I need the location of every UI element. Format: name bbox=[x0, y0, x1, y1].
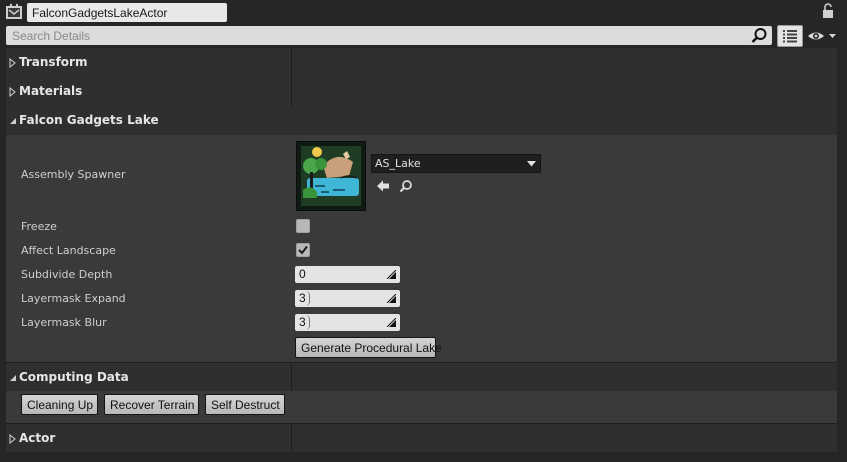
actor-name-field[interactable] bbox=[27, 3, 227, 22]
search-box[interactable] bbox=[6, 26, 772, 45]
layermask-expand-label: Layermask Expand bbox=[21, 292, 126, 305]
cleaning-up-button[interactable]: Cleaning Up bbox=[21, 394, 98, 415]
slider-handle[interactable] bbox=[306, 291, 310, 306]
view-options-button[interactable] bbox=[777, 25, 803, 47]
actor-icon bbox=[5, 3, 23, 21]
category-label: Falcon Gadgets Lake bbox=[19, 113, 159, 127]
expand-arrow-icon bbox=[9, 58, 16, 68]
browse-icon[interactable] bbox=[399, 179, 413, 193]
assembly-spawner-thumbnail[interactable] bbox=[296, 141, 366, 211]
expand-arrow-icon bbox=[9, 87, 16, 97]
category-label: Computing Data bbox=[19, 370, 129, 384]
layermask-expand-field[interactable]: 3 bbox=[295, 290, 400, 307]
resize-grip-icon bbox=[387, 294, 396, 303]
freeze-label: Freeze bbox=[21, 220, 57, 233]
category-label: Actor bbox=[19, 431, 56, 445]
chevron-down-icon bbox=[527, 161, 536, 167]
layermask-blur-field[interactable]: 3 bbox=[295, 314, 400, 331]
arrow-left-icon[interactable] bbox=[376, 179, 390, 193]
resize-grip-icon bbox=[387, 270, 396, 279]
lake-asset-icon bbox=[297, 142, 365, 210]
category-label: Transform bbox=[19, 55, 88, 69]
layermask-blur-label: Layermask Blur bbox=[21, 316, 107, 329]
lock-icon[interactable] bbox=[820, 2, 836, 20]
generate-procedural-lake-button[interactable]: Generate Procedural Lake bbox=[295, 337, 442, 358]
search-input[interactable] bbox=[6, 26, 746, 45]
assembly-spawner-combo[interactable]: AS_Lake bbox=[371, 154, 541, 173]
resize-grip-icon bbox=[387, 318, 396, 327]
category-actor[interactable]: Actor bbox=[6, 424, 837, 452]
subdivide-depth-field[interactable]: 0 bbox=[295, 266, 400, 283]
collapse-arrow-icon bbox=[10, 118, 16, 124]
category-computing-data[interactable]: Computing Data bbox=[6, 363, 837, 391]
collapse-arrow-icon bbox=[10, 375, 16, 381]
expand-arrow-icon bbox=[9, 434, 16, 444]
affect-landscape-checkbox[interactable] bbox=[296, 243, 310, 257]
category-transform[interactable]: Transform bbox=[6, 48, 837, 77]
category-falcon-gadgets-lake[interactable]: Falcon Gadgets Lake bbox=[6, 106, 837, 135]
affect-landscape-label: Affect Landscape bbox=[21, 244, 116, 257]
freeze-checkbox[interactable] bbox=[296, 219, 310, 233]
chevron-down-icon bbox=[829, 34, 836, 38]
category-label: Materials bbox=[19, 84, 83, 98]
assembly-spawner-value: AS_Lake bbox=[375, 157, 421, 170]
subdivide-depth-label: Subdivide Depth bbox=[21, 268, 113, 281]
eye-icon bbox=[808, 32, 824, 40]
self-destruct-button[interactable]: Self Destruct bbox=[205, 394, 285, 415]
search-icon[interactable] bbox=[751, 27, 768, 44]
recover-terrain-button[interactable]: Recover Terrain bbox=[104, 394, 199, 415]
visibility-filter-button[interactable] bbox=[807, 27, 841, 45]
slider-handle[interactable] bbox=[306, 315, 310, 330]
category-materials[interactable]: Materials bbox=[6, 77, 837, 106]
checkmark-icon bbox=[298, 245, 308, 255]
list-icon bbox=[783, 30, 797, 43]
assembly-spawner-label: Assembly Spawner bbox=[21, 168, 126, 181]
